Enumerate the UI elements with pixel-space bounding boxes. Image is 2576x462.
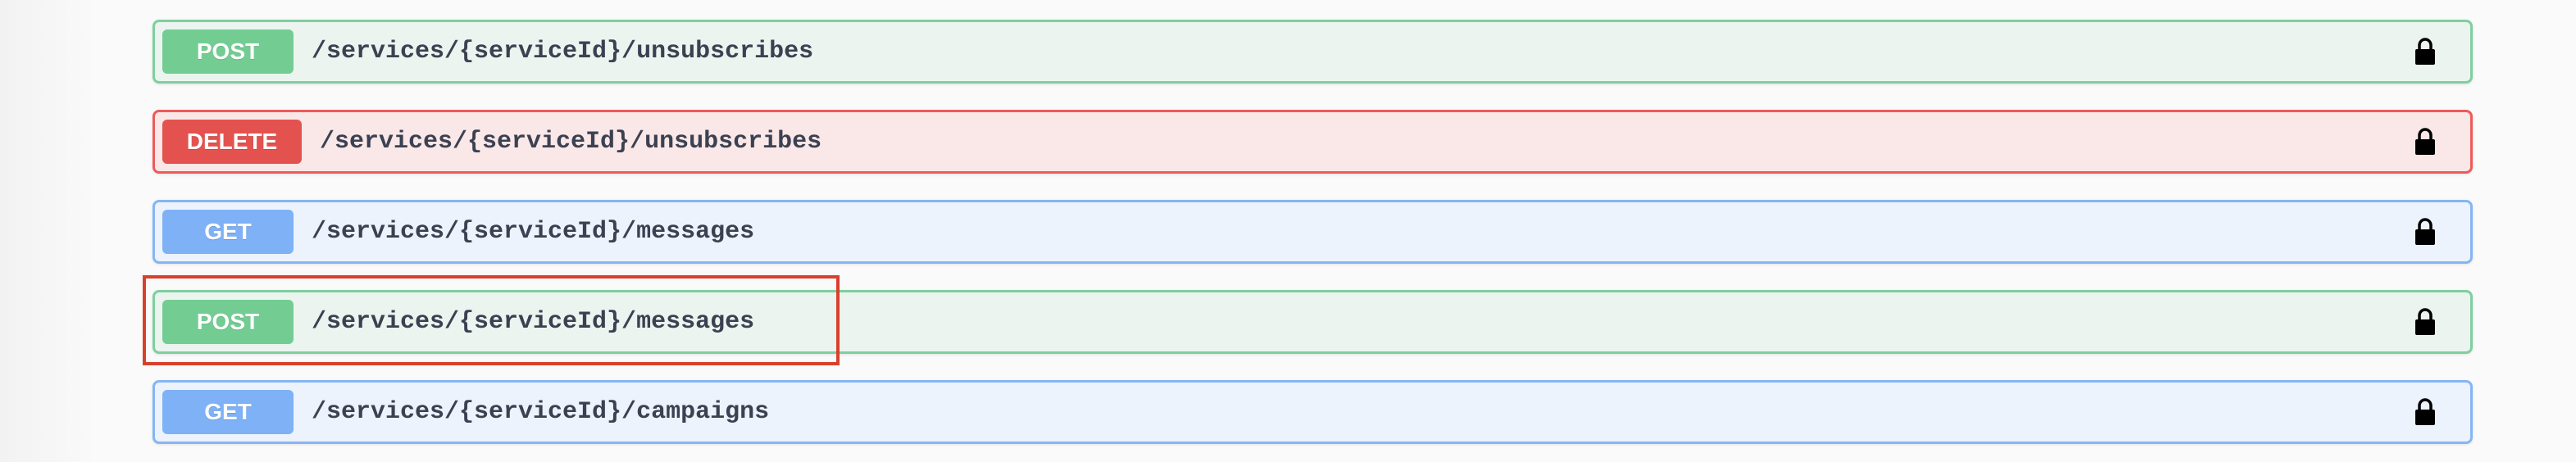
- endpoint-path: /services/{serviceId}/campaigns: [312, 398, 770, 426]
- endpoint-post-unsubscribes[interactable]: POST /services/{serviceId}/unsubscribes: [152, 20, 2473, 84]
- endpoint-get-campaigns[interactable]: GET /services/{serviceId}/campaigns: [152, 380, 2473, 444]
- endpoint-path: /services/{serviceId}/messages: [312, 218, 755, 246]
- lock-icon[interactable]: [2414, 38, 2436, 66]
- endpoint-delete-unsubscribes[interactable]: DELETE /services/{serviceId}/unsubscribe…: [152, 110, 2473, 174]
- lock-icon[interactable]: [2414, 128, 2436, 156]
- method-badge: GET: [162, 390, 294, 434]
- lock-icon[interactable]: [2414, 308, 2436, 336]
- lock-icon[interactable]: [2414, 218, 2436, 246]
- endpoint-path: /services/{serviceId}/unsubscribes: [320, 128, 822, 156]
- endpoint-get-messages[interactable]: GET /services/{serviceId}/messages: [152, 200, 2473, 264]
- method-badge: GET: [162, 210, 294, 254]
- endpoint-path: /services/{serviceId}/unsubscribes: [312, 38, 814, 66]
- endpoint-post-messages[interactable]: POST /services/{serviceId}/messages: [152, 290, 2473, 354]
- method-badge: POST: [162, 29, 294, 74]
- method-badge: DELETE: [162, 120, 302, 164]
- method-badge: POST: [162, 300, 294, 344]
- lock-icon[interactable]: [2414, 398, 2436, 426]
- api-operations-list: POST /services/{serviceId}/unsubscribes …: [0, 0, 2576, 462]
- endpoint-path: /services/{serviceId}/messages: [312, 308, 755, 336]
